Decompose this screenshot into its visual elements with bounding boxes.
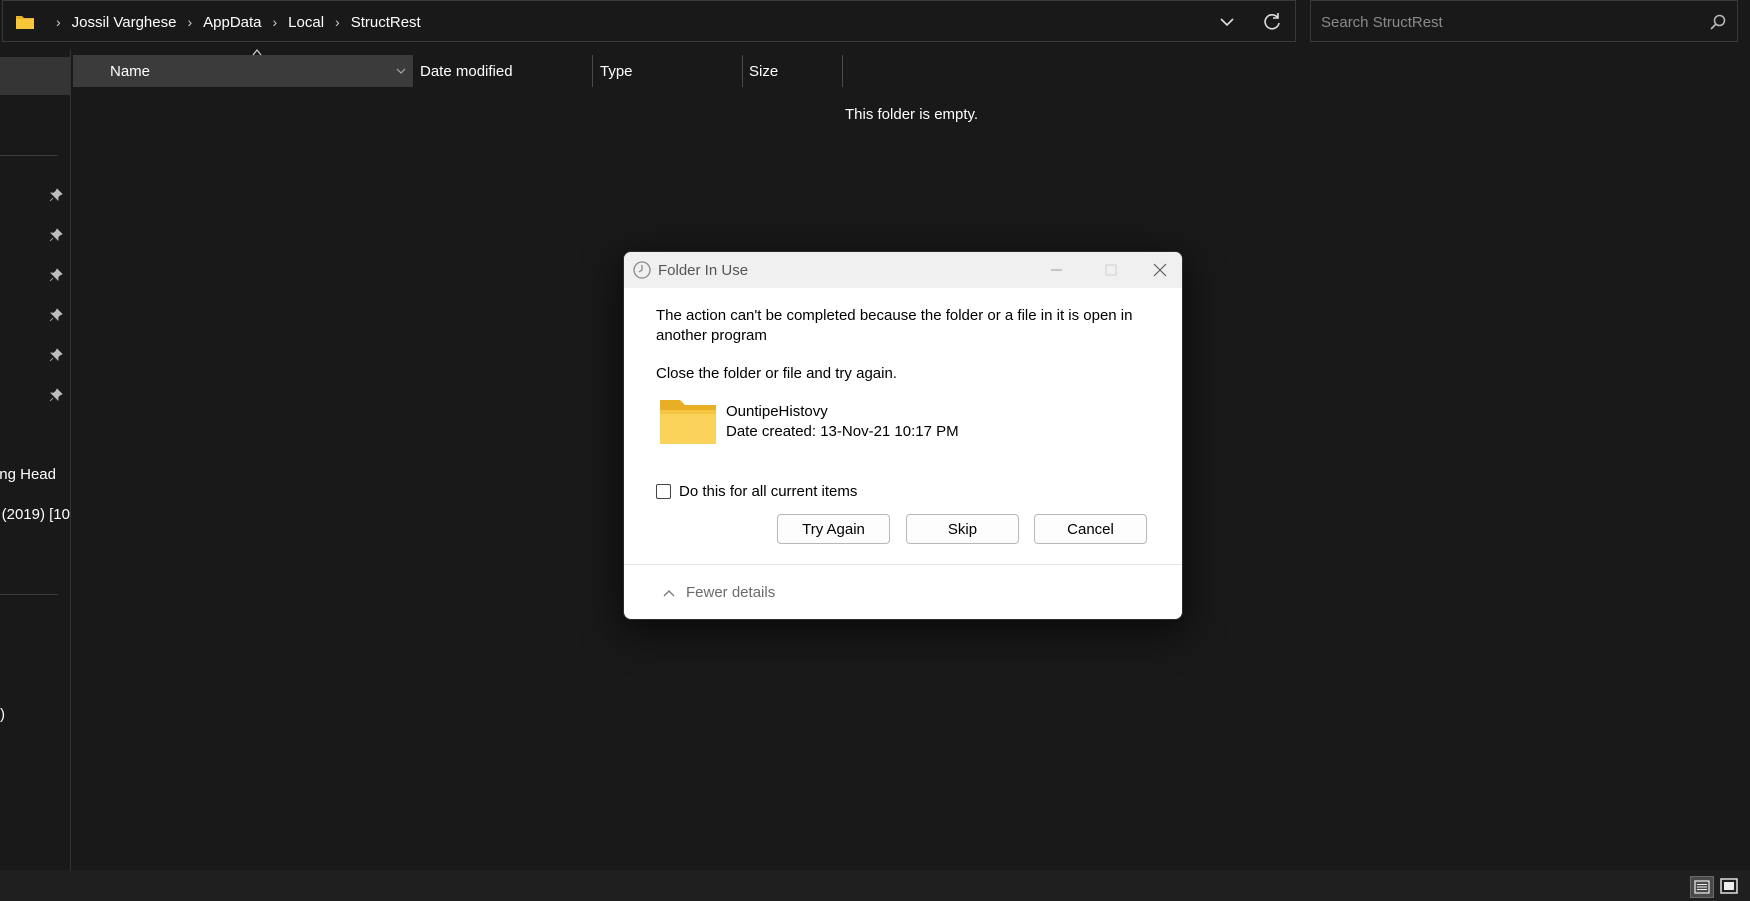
pin-icon[interactable] bbox=[49, 388, 63, 402]
column-type[interactable]: Type bbox=[600, 55, 633, 87]
fewer-details-toggle[interactable]: Fewer details bbox=[662, 584, 775, 601]
pin-icon[interactable] bbox=[49, 348, 63, 362]
large-icons-view-button[interactable] bbox=[1718, 876, 1742, 898]
nav-divider bbox=[0, 155, 58, 156]
maximize-icon[interactable] bbox=[1088, 254, 1134, 286]
column-type-label: Type bbox=[600, 62, 633, 80]
column-size[interactable]: Size bbox=[749, 55, 778, 87]
close-icon[interactable] bbox=[1137, 254, 1183, 286]
dialog-sub-message: Close the folder or file and try again. bbox=[656, 365, 897, 382]
breadcrumb: › Jossil Varghese › AppData › Local › St… bbox=[15, 1, 421, 43]
column-separator[interactable] bbox=[592, 55, 593, 87]
folder-icon bbox=[16, 16, 34, 29]
fewer-details-label[interactable]: Fewer details bbox=[686, 584, 775, 601]
column-size-label: Size bbox=[749, 62, 779, 80]
pane-splitter[interactable] bbox=[70, 50, 71, 870]
breadcrumb-item[interactable]: AppData bbox=[203, 14, 261, 31]
folder-in-use-dialog: Folder In Use The action can't be comple… bbox=[623, 251, 1183, 620]
column-date-label: Date modified bbox=[420, 62, 513, 80]
nav-divider bbox=[0, 594, 58, 595]
address-bar[interactable]: › Jossil Varghese › AppData › Local › St… bbox=[2, 0, 1296, 42]
dialog-message: The action can't be completed because th… bbox=[656, 307, 1133, 344]
dialog-divider bbox=[624, 564, 1182, 565]
chevron-up-icon[interactable] bbox=[662, 588, 676, 598]
pin-icon[interactable] bbox=[49, 308, 63, 322]
search-icon[interactable] bbox=[1709, 13, 1727, 31]
try-again-button[interactable]: Try Again bbox=[777, 514, 890, 544]
pin-icon[interactable] bbox=[49, 228, 63, 242]
file-name: OuntipeHistovy bbox=[726, 403, 828, 420]
sort-ascending-icon bbox=[252, 48, 262, 56]
breadcrumb-item[interactable]: Local bbox=[288, 14, 324, 31]
column-date-modified[interactable]: Date modified bbox=[420, 55, 513, 87]
column-name-label: Name bbox=[110, 62, 151, 80]
search-input[interactable] bbox=[1319, 7, 1683, 37]
column-name[interactable]: Name bbox=[73, 55, 413, 87]
chevron-right-icon[interactable]: › bbox=[187, 14, 192, 30]
folder-icon bbox=[660, 400, 716, 444]
clock-icon bbox=[633, 261, 651, 279]
chevron-right-icon[interactable]: › bbox=[273, 14, 278, 30]
dialog-title: Folder In Use bbox=[658, 262, 749, 279]
column-separator[interactable] bbox=[742, 55, 743, 87]
pin-icon[interactable] bbox=[49, 268, 63, 282]
details-view-button[interactable] bbox=[1690, 876, 1714, 898]
empty-folder-message: This folder is empty. bbox=[845, 106, 979, 123]
column-header: Name Date modified Type Size bbox=[0, 48, 900, 87]
chevron-down-icon[interactable] bbox=[395, 66, 407, 76]
pin-icon[interactable] bbox=[49, 188, 63, 202]
skip-button[interactable]: Skip bbox=[906, 514, 1019, 544]
nav-item-label[interactable]: ) bbox=[0, 706, 5, 723]
refresh-icon[interactable] bbox=[1261, 11, 1283, 33]
chevron-right-icon: › bbox=[56, 14, 61, 30]
large-icons-view-icon bbox=[1720, 878, 1738, 894]
column-separator[interactable] bbox=[842, 55, 843, 87]
cancel-button[interactable]: Cancel bbox=[1034, 514, 1147, 544]
details-view-icon bbox=[1694, 880, 1710, 894]
apply-to-all-checkbox[interactable] bbox=[656, 484, 671, 499]
chevron-down-icon[interactable] bbox=[1217, 12, 1237, 32]
nav-item-label[interactable]: (2019) [10 bbox=[2, 506, 70, 523]
file-date-created: Date created: 13-Nov-21 10:17 PM bbox=[726, 423, 959, 440]
apply-to-all-label[interactable]: Do this for all current items bbox=[679, 483, 857, 500]
navigation-pane[interactable]: ng Head (2019) [10 ) bbox=[0, 50, 70, 870]
breadcrumb-item[interactable]: Jossil Varghese bbox=[72, 14, 177, 31]
dialog-titlebar[interactable]: Folder In Use bbox=[624, 252, 1182, 288]
apply-to-all-checkbox-row[interactable]: Do this for all current items bbox=[656, 483, 857, 500]
search-box[interactable] bbox=[1310, 0, 1738, 42]
status-bar bbox=[0, 870, 1750, 901]
nav-item-label[interactable]: ng Head bbox=[0, 466, 56, 483]
chevron-right-icon[interactable]: › bbox=[335, 14, 340, 30]
minimize-icon[interactable] bbox=[1033, 254, 1079, 286]
breadcrumb-item[interactable]: StructRest bbox=[351, 14, 421, 31]
